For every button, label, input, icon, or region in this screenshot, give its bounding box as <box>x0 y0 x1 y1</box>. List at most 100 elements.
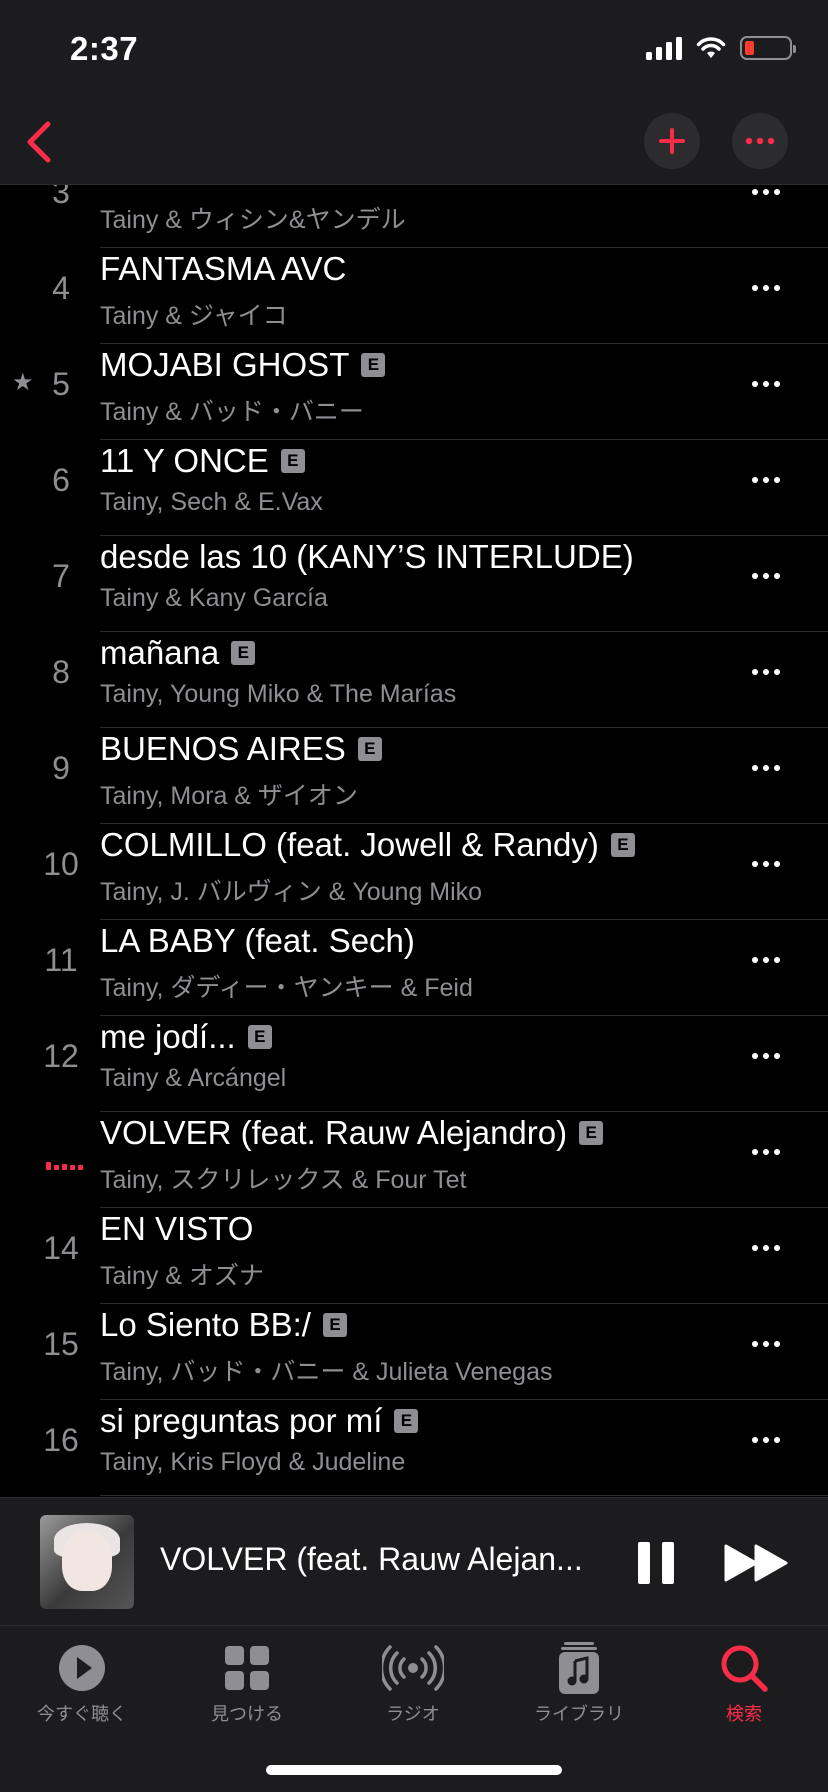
ellipsis-dot-icon <box>763 1149 769 1155</box>
track-artist: Tainy & Kany García <box>100 584 328 612</box>
music-note-icon <box>559 1642 599 1694</box>
track-row[interactable]: 6 11 Y ONCE E Tainy, Sech & E.Vax <box>0 440 828 536</box>
track-row[interactable]: 14 EN VISTO Tainy & オズナ <box>0 1208 828 1304</box>
fast-forward-icon <box>724 1544 788 1582</box>
track-title: FANTASMA AVC <box>100 250 347 287</box>
ellipsis-dot-icon <box>763 957 769 963</box>
ellipsis-dot-icon <box>752 477 758 483</box>
track-more-button[interactable] <box>744 1322 788 1366</box>
track-artist: Tainy, Mora & ザイオン <box>100 782 358 810</box>
track-artist: Tainy & オズナ <box>100 1262 264 1290</box>
track-row[interactable]: 11 LA BABY (feat. Sech) Tainy, ダディー・ヤンキー &… <box>0 920 828 1016</box>
track-title: VOLVER (feat. Rauw Alejandro) <box>100 1114 568 1151</box>
track-row[interactable]: 12 me jodí... E Tainy & Arcángel <box>0 1016 828 1112</box>
battery-icon <box>740 36 796 60</box>
track-title: me jodí... <box>100 1018 236 1055</box>
track-more-button[interactable] <box>744 1130 788 1174</box>
track-title-line: si preguntas por mí E <box>100 1402 419 1440</box>
play-circle-icon <box>59 1645 105 1691</box>
signal-icon <box>646 36 682 60</box>
ellipsis-dot-icon <box>774 477 780 483</box>
track-number: 8 <box>52 654 70 690</box>
track-row[interactable]: 16 si preguntas por mí E Tainy, Kris Floyd … <box>0 1400 828 1496</box>
track-artist: Tainy & バッド・バニー <box>100 398 364 426</box>
track-row[interactable]: 15 Lo Siento BB:/ E Tainy, バッド・バニー & Juliet… <box>0 1304 828 1400</box>
tab-browse[interactable]: 見つける <box>172 1638 322 1726</box>
track-title-line: mañana E <box>100 634 256 672</box>
ellipsis-icon <box>745 137 775 145</box>
album-artwork[interactable] <box>40 1515 134 1609</box>
track-title: mañana <box>100 634 220 671</box>
track-more-button[interactable] <box>744 1034 788 1078</box>
track-more-button[interactable] <box>744 1418 788 1462</box>
status-icons <box>646 36 796 60</box>
track-row[interactable]: 9 BUENOS AIRES E Tainy, Mora & ザイオン <box>0 728 828 824</box>
track-title: 11 Y ONCE <box>100 442 269 479</box>
skip-forward-button[interactable] <box>724 1543 790 1583</box>
ellipsis-dot-icon <box>763 189 769 195</box>
ellipsis-dot-icon <box>752 1437 758 1443</box>
track-artist: Tainy & ウィシン&ヤンデル <box>100 206 406 234</box>
track-title: MOJABI GHOST <box>100 346 350 383</box>
home-indicator <box>266 1765 562 1775</box>
track-row[interactable]: 4 FANTASMA AVC Tainy & ジャイコ <box>0 248 828 344</box>
tab-listen-now[interactable]: 今すぐ聴く <box>7 1638 157 1726</box>
track-more-button[interactable] <box>744 362 788 406</box>
ellipsis-dot-icon <box>752 1149 758 1155</box>
tab-search[interactable]: 検索 <box>669 1638 819 1726</box>
row-divider <box>100 1495 828 1496</box>
now-playing-title[interactable]: VOLVER (feat. Rauw Alejan... <box>160 1541 600 1578</box>
track-row[interactable]: ★ 5 MOJABI GHOST E Tainy & バッド・バニー <box>0 344 828 440</box>
more-button[interactable] <box>732 113 788 169</box>
track-title: desde las 10 (KANY’S INTERLUDE) <box>100 538 634 575</box>
search-icon <box>721 1645 768 1692</box>
track-more-button[interactable] <box>744 554 788 598</box>
track-number: 15 <box>43 1326 79 1362</box>
tab-label: 検索 <box>726 1704 762 1724</box>
explicit-badge: E <box>280 449 305 473</box>
ellipsis-dot-icon <box>774 669 780 675</box>
track-title: LA BABY (feat. Sech) <box>100 922 415 959</box>
ellipsis-dot-icon <box>752 765 758 771</box>
track-more-button[interactable] <box>744 842 788 886</box>
ellipsis-dot-icon <box>774 573 780 579</box>
track-artist: Tainy & ジャイコ <box>100 302 288 330</box>
top-bar: 2:37 <box>0 0 828 185</box>
track-title-line: VOLVER (feat. Rauw Alejandro) E <box>100 1114 604 1152</box>
track-number: 10 <box>43 846 79 882</box>
ellipsis-dot-icon <box>763 573 769 579</box>
track-more-button[interactable] <box>744 266 788 310</box>
ellipsis-dot-icon <box>752 1341 758 1347</box>
ellipsis-dot-icon <box>752 1053 758 1059</box>
track-row[interactable]: 8 mañana E Tainy, Young Miko & The Marías <box>0 632 828 728</box>
explicit-badge: E <box>357 737 382 761</box>
track-more-button[interactable] <box>744 458 788 502</box>
track-more-button[interactable] <box>744 1226 788 1270</box>
tab-label: 今すぐ聴く <box>37 1704 127 1724</box>
track-row[interactable]: 7 desde las 10 (KANY’S INTERLUDE) Tainy & … <box>0 536 828 632</box>
plus-icon <box>659 128 685 154</box>
track-more-button[interactable] <box>744 938 788 982</box>
track-artist: Tainy, Young Miko & The Marías <box>100 680 457 708</box>
wifi-icon <box>696 37 726 58</box>
track-title-line: desde las 10 (KANY’S INTERLUDE) <box>100 538 634 576</box>
track-number: 16 <box>43 1422 79 1458</box>
ellipsis-dot-icon <box>752 381 758 387</box>
ellipsis-dot-icon <box>774 1437 780 1443</box>
radio-waves-icon <box>382 1645 444 1691</box>
track-artist: Tainy, スクリレックス & Four Tet <box>100 1166 467 1194</box>
pause-button[interactable] <box>636 1542 676 1584</box>
mini-player[interactable]: VOLVER (feat. Rauw Alejan... <box>0 1497 828 1625</box>
track-row[interactable]: 10 COLMILLO (feat. Jowell & Randy) E Tainy,… <box>0 824 828 920</box>
explicit-badge: E <box>579 1121 604 1145</box>
add-button[interactable] <box>644 113 700 169</box>
tab-library[interactable]: ライブラリ <box>504 1638 654 1726</box>
track-more-button[interactable] <box>744 650 788 694</box>
track-row[interactable]: VOLVER (feat. Rauw Alejandro) E Tainy, スクリ… <box>0 1112 828 1208</box>
track-title-line: Lo Siento BB:/ E <box>100 1306 347 1344</box>
tab-radio[interactable]: ラジオ <box>338 1638 488 1726</box>
ellipsis-dot-icon <box>774 1341 780 1347</box>
back-button[interactable] <box>20 112 60 172</box>
track-more-button[interactable] <box>744 746 788 790</box>
track-artist: Tainy, Sech & E.Vax <box>100 488 323 516</box>
